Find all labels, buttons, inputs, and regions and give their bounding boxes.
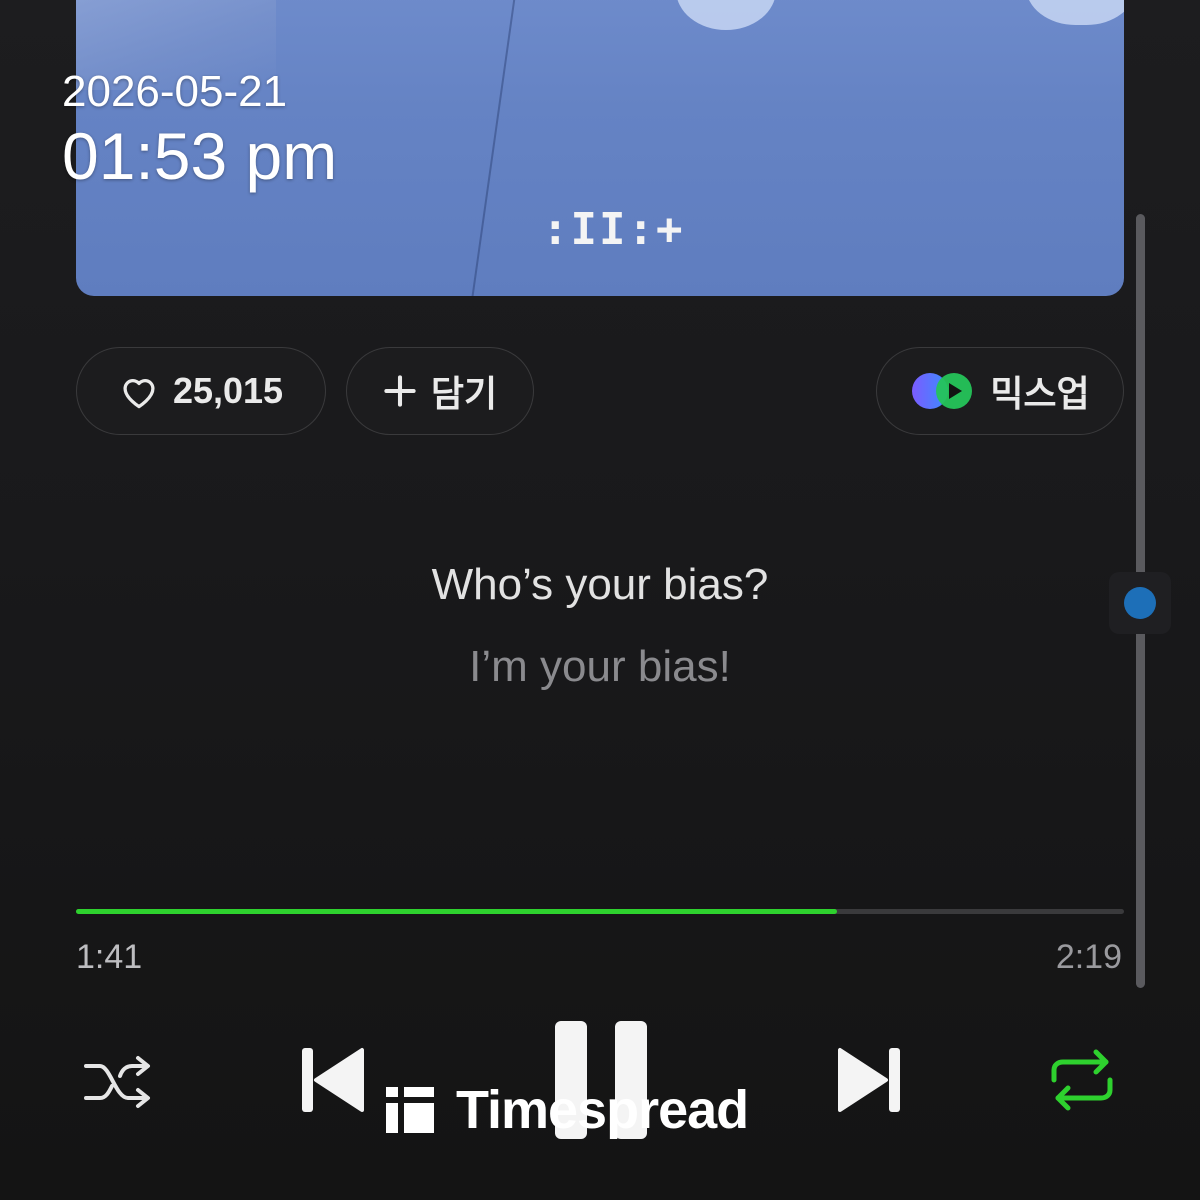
total-time: 2:19 [1055,938,1122,976]
timestamp-overlay: 2026-05-21 01:53 pm [62,66,337,194]
mixup-label: 믹스업 [990,373,1090,414]
like-count: 25,015 [172,370,284,411]
watermark: Timespread [384,1080,749,1140]
shuffle-button[interactable] [80,1052,156,1116]
previous-track-button[interactable] [298,1044,368,1120]
add-label: 담기 [430,373,498,414]
album-art-figure [1026,0,1124,25]
mixup-logo-icon [910,371,976,411]
lyric-next-line: I’m your bias! [469,642,731,691]
watermark-text: Timespread [456,1080,749,1140]
shuffle-icon [82,1054,154,1115]
plus-icon [383,374,417,408]
timestamp-date: 2026-05-21 [62,67,288,116]
like-button[interactable]: 25,015 [76,347,326,435]
skip-next-icon [836,1044,902,1121]
scrollbar-thumb-dot[interactable] [1124,587,1156,619]
progress-bar[interactable] [76,909,1124,914]
timestamp-time: 01:53 pm [62,119,338,193]
watermark-logo-icon [384,1085,436,1135]
repeat-icon [1046,1046,1118,1119]
progress-bar-fill [76,909,838,914]
album-logo: :II:+ [542,204,685,255]
mixup-button[interactable]: 믹스업 [876,347,1124,435]
album-art-figure [676,0,776,30]
repeat-button[interactable] [1044,1046,1120,1118]
skip-previous-icon [300,1044,366,1121]
next-track-button[interactable] [834,1044,904,1120]
add-to-playlist-button[interactable]: 담기 [346,347,534,435]
lyric-current-line: Who’s your bias? [431,560,769,609]
heart-outline-icon [119,373,159,409]
elapsed-time: 1:41 [76,938,143,976]
album-art-road-line [468,0,518,296]
